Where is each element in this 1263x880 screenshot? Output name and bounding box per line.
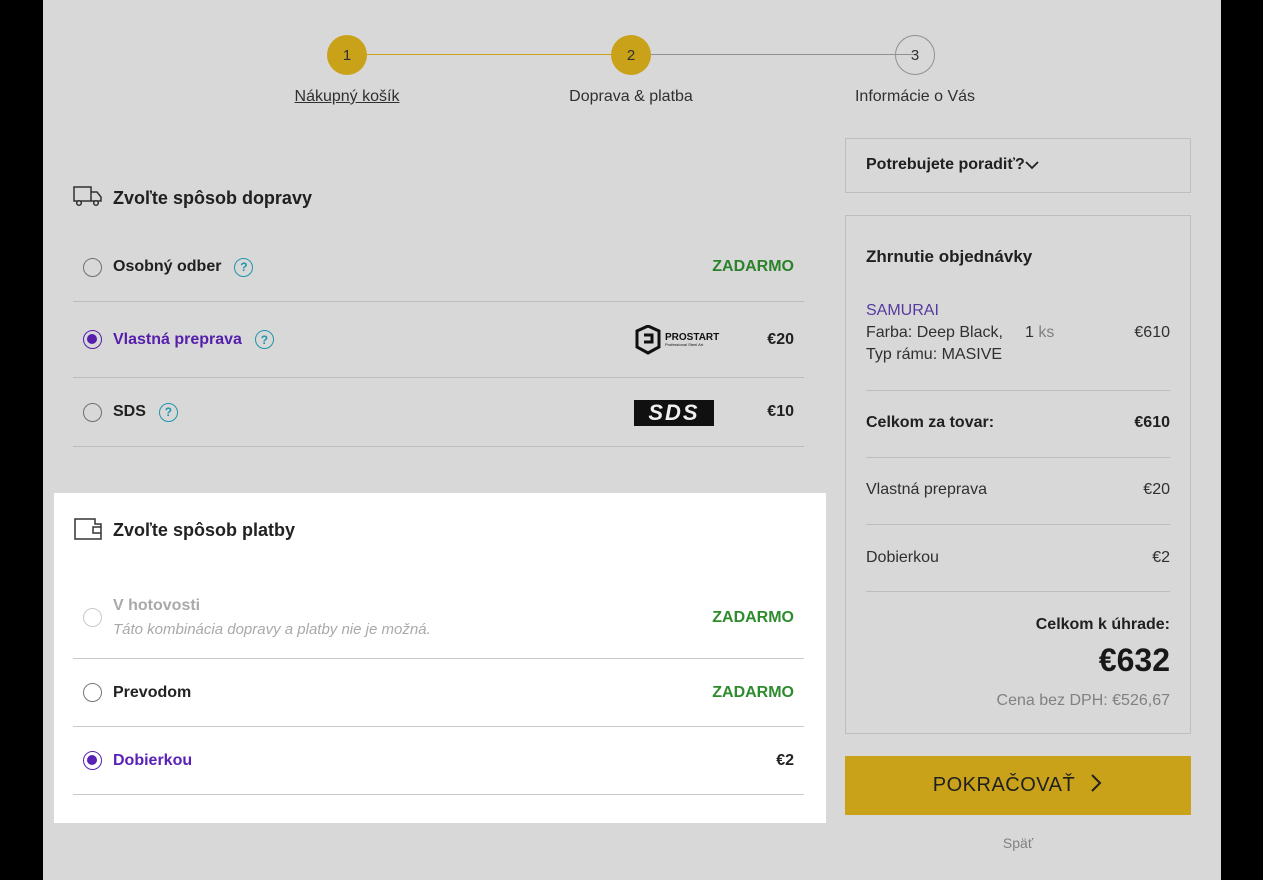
payment-option-prevodom[interactable]: Prevodom ZADARMO: [73, 659, 804, 727]
radio-prevodom[interactable]: [83, 683, 102, 702]
payment-option-label: V hotovosti: [113, 597, 201, 614]
payment-price: ZADARMO: [712, 608, 794, 626]
payment-panel: Zvoľte spôsob platby V hotovosti Táto ko…: [54, 493, 826, 823]
radio-dobierkou[interactable]: [83, 751, 102, 770]
payment-option-note: Táto kombinácia dopravy a platby nie je …: [113, 621, 431, 638]
radio-hotovost: [83, 608, 102, 627]
wallet-icon: [73, 515, 103, 546]
payment-price: €2: [776, 751, 794, 769]
payment-option-label: Prevodom: [113, 683, 192, 701]
payment-title-text: Zvoľte spôsob platby: [113, 520, 295, 540]
payment-option-dobierkou[interactable]: Dobierkou €2: [73, 727, 804, 795]
payment-title: Zvoľte spôsob platby: [73, 515, 295, 546]
payment-price: ZADARMO: [712, 683, 794, 701]
payment-option-hotovost: V hotovosti Táto kombinácia dopravy a pl…: [73, 577, 804, 659]
payment-option-label: Dobierkou: [113, 751, 193, 769]
